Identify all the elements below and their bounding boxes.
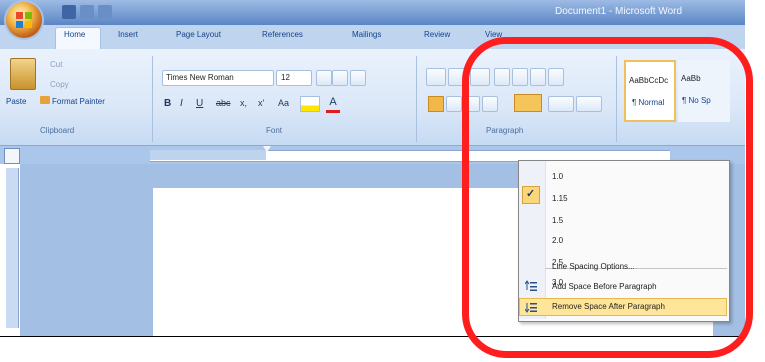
align-left-icon[interactable] [428, 96, 444, 112]
style-normal-tile[interactable]: AaBbCcDc ¶ Normal [624, 60, 676, 122]
window-title: Document1 - Microsoft Word [555, 6, 683, 17]
paragraph-group-label: Paragraph [486, 126, 524, 135]
indent-marker-icon[interactable] [263, 146, 271, 152]
font-group-label: Font [266, 126, 283, 135]
tab-review[interactable]: Review [424, 30, 450, 39]
tab-mailings[interactable]: Mailings [352, 30, 381, 39]
menu-icon-gutter [519, 161, 546, 319]
remove-space-after-icon [524, 301, 537, 313]
add-space-before-paragraph[interactable]: Add Space Before Paragraph [552, 282, 657, 291]
grow-font-icon[interactable] [316, 70, 332, 86]
style-no-spacing-tile[interactable]: AaBb ¶ No Sp [678, 60, 730, 122]
italic-icon[interactable]: I [180, 98, 183, 109]
underline-icon[interactable]: U [196, 98, 203, 109]
line-spacing-options[interactable]: Line Spacing Options... [552, 262, 635, 271]
tab-home[interactable]: Home [64, 30, 85, 39]
font-family-value: Times New Roman [166, 73, 234, 82]
style-preview-text-2: AaBb [681, 74, 701, 83]
undo-icon[interactable] [80, 5, 94, 19]
align-right-icon[interactable] [464, 96, 480, 112]
tab-view[interactable]: View [485, 30, 502, 39]
shrink-font-icon[interactable] [332, 70, 348, 86]
divider-line [0, 336, 740, 337]
style-no-spacing-label: ¶ No Sp [682, 96, 711, 105]
checkmark-icon: ✓ [526, 188, 536, 200]
font-size-select[interactable]: 12 [276, 70, 312, 86]
vertical-ruler[interactable] [6, 168, 19, 328]
font-color-icon[interactable]: A [326, 96, 340, 113]
bold-icon[interactable]: B [164, 98, 171, 109]
strikethrough-icon[interactable]: abc [216, 98, 231, 108]
change-case-icon[interactable]: Aa [278, 98, 289, 108]
style-preview-text: AaBbCcDc [629, 76, 669, 85]
paste-button[interactable]: Paste [6, 97, 26, 106]
tab-insert[interactable]: Insert [118, 30, 138, 39]
add-space-before-icon [524, 280, 537, 292]
clipboard-group-label: Clipboard [40, 126, 75, 135]
justify-icon[interactable] [482, 96, 498, 112]
office-logo-icon [16, 12, 32, 28]
bullets-icon[interactable] [426, 68, 446, 86]
numbering-icon[interactable] [448, 68, 468, 86]
redo-icon[interactable] [98, 5, 112, 19]
menu-item-spacing-2[interactable]: 1.15 [552, 194, 568, 203]
tab-selector[interactable] [4, 148, 20, 164]
tab-page-layout[interactable]: Page Layout [176, 30, 221, 39]
subscript-icon[interactable]: x, [240, 98, 247, 108]
group-divider [152, 56, 153, 142]
copy-button[interactable]: Copy [50, 80, 69, 89]
font-family-select[interactable]: Times New Roman [162, 70, 274, 86]
multilevel-list-icon[interactable] [470, 68, 490, 86]
group-divider [416, 56, 417, 142]
line-spacing-button[interactable] [514, 94, 542, 112]
shading-icon[interactable] [548, 96, 574, 112]
show-marks-icon[interactable] [548, 68, 564, 86]
format-painter-button[interactable]: Format Painter [52, 97, 105, 106]
borders-icon[interactable] [576, 96, 602, 112]
increase-indent-icon[interactable] [512, 68, 528, 86]
group-divider [616, 56, 617, 142]
superscript-icon[interactable]: x' [258, 98, 264, 108]
ruler-margin [150, 150, 266, 160]
sort-icon[interactable] [530, 68, 546, 86]
save-icon[interactable] [62, 5, 76, 19]
cut-button[interactable]: Cut [50, 60, 62, 69]
tab-references[interactable]: References [262, 30, 303, 39]
align-center-icon[interactable] [446, 96, 462, 112]
format-painter-icon [40, 96, 50, 104]
menu-item-spacing-3[interactable]: 1.5 [552, 216, 563, 225]
menu-item-spacing-1[interactable]: 1.0 [552, 172, 563, 181]
highlight-color-icon[interactable] [300, 96, 320, 112]
style-normal-label: ¶ Normal [632, 98, 665, 107]
remove-space-after-paragraph[interactable]: Remove Space After Paragraph [552, 302, 665, 311]
clear-format-icon[interactable] [350, 70, 366, 86]
menu-item-spacing-4[interactable]: 2.0 [552, 236, 563, 245]
decrease-indent-icon[interactable] [494, 68, 510, 86]
font-size-value: 12 [281, 73, 290, 82]
paste-icon[interactable] [10, 58, 36, 90]
